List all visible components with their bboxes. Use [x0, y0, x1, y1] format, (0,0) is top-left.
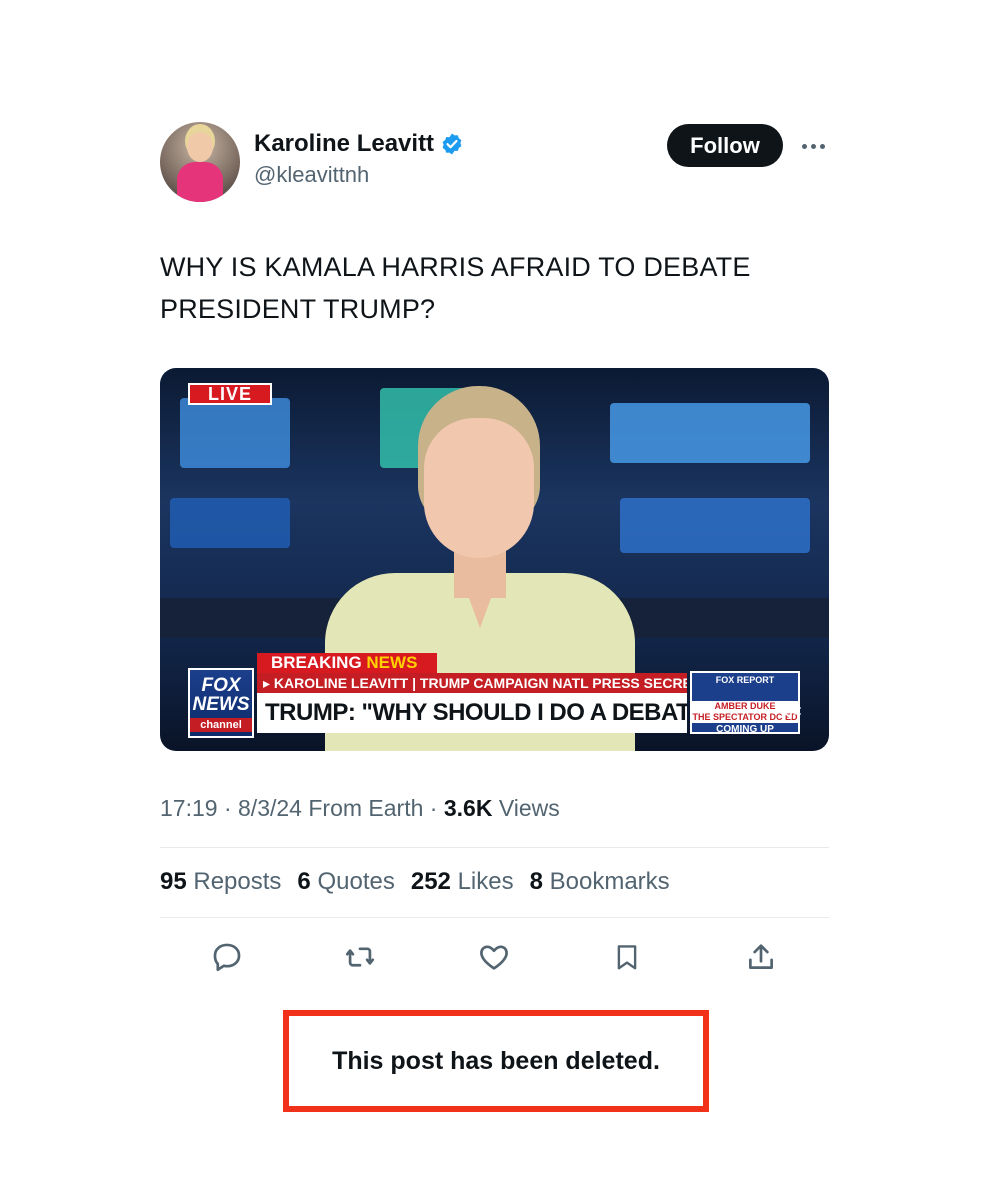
author-handle[interactable]: @kleavittnh — [254, 162, 464, 188]
live-badge: LIVE — [188, 383, 272, 405]
likes-stat[interactable]: 252 Likes — [411, 868, 514, 896]
follow-button[interactable]: Follow — [667, 124, 783, 167]
divider — [160, 917, 829, 918]
deleted-notice-box: This post has been deleted. — [283, 1010, 709, 1112]
mute-icon[interactable] — [780, 701, 802, 721]
tweet-date[interactable]: 8/3/24 — [238, 795, 302, 821]
more-options-icon[interactable] — [798, 132, 828, 160]
divider — [160, 847, 829, 848]
engagement-stats: 95 Reposts 6 Quotes 252 Likes 8 Bookmark… — [160, 868, 670, 896]
tweet-header: Karoline Leavitt @kleavittnh Follow — [160, 122, 830, 202]
breaking-news-banner: BREAKING NEWS — [257, 653, 437, 673]
views-count: 3.6K — [443, 795, 493, 821]
tweet-text-line: PRESIDENT TRUMP? — [160, 294, 436, 324]
deleted-notice-text: This post has been deleted. — [332, 1046, 660, 1075]
like-icon[interactable] — [474, 937, 514, 977]
bookmarks-stat[interactable]: 8 Bookmarks — [530, 868, 670, 896]
author-info: Karoline Leavitt @kleavittnh — [254, 130, 464, 188]
author-display-name[interactable]: Karoline Leavitt — [254, 130, 434, 158]
bookmark-icon[interactable] — [607, 937, 647, 977]
share-icon[interactable] — [741, 937, 781, 977]
quotes-stat[interactable]: 6 Quotes — [297, 868, 394, 896]
reply-icon[interactable] — [207, 937, 247, 977]
tweet-time[interactable]: 17:19 — [160, 795, 218, 821]
tweet-metadata: 17:19 · 8/3/24 From Earth · 3.6K Views — [160, 795, 560, 821]
avatar[interactable] — [160, 122, 240, 202]
action-bar — [160, 937, 829, 981]
tweet-video[interactable]: LIVE FOX NEWS channel BREAKING NEWS ▸ KA… — [160, 368, 829, 751]
fox-news-logo: FOX NEWS channel — [188, 668, 254, 738]
chyron-headline: TRUMP: "WHY SHOULD I DO A DEBATE?" — [257, 693, 687, 733]
tweet-text: WHY IS KAMALA HARRIS AFRAID TO DEBATE PR… — [160, 246, 830, 330]
repost-icon[interactable] — [340, 937, 380, 977]
views-label: Views — [498, 795, 560, 821]
chyron-strap: ▸ KAROLINE LEAVITT | TRUMP CAMPAIGN NATL… — [257, 673, 687, 693]
tweet-text-line: WHY IS KAMALA HARRIS AFRAID TO DEBATE — [160, 252, 751, 282]
tweet-location: From Earth — [308, 795, 424, 821]
verified-badge-icon — [440, 132, 464, 156]
reposts-stat[interactable]: 95 Reposts — [160, 868, 281, 896]
